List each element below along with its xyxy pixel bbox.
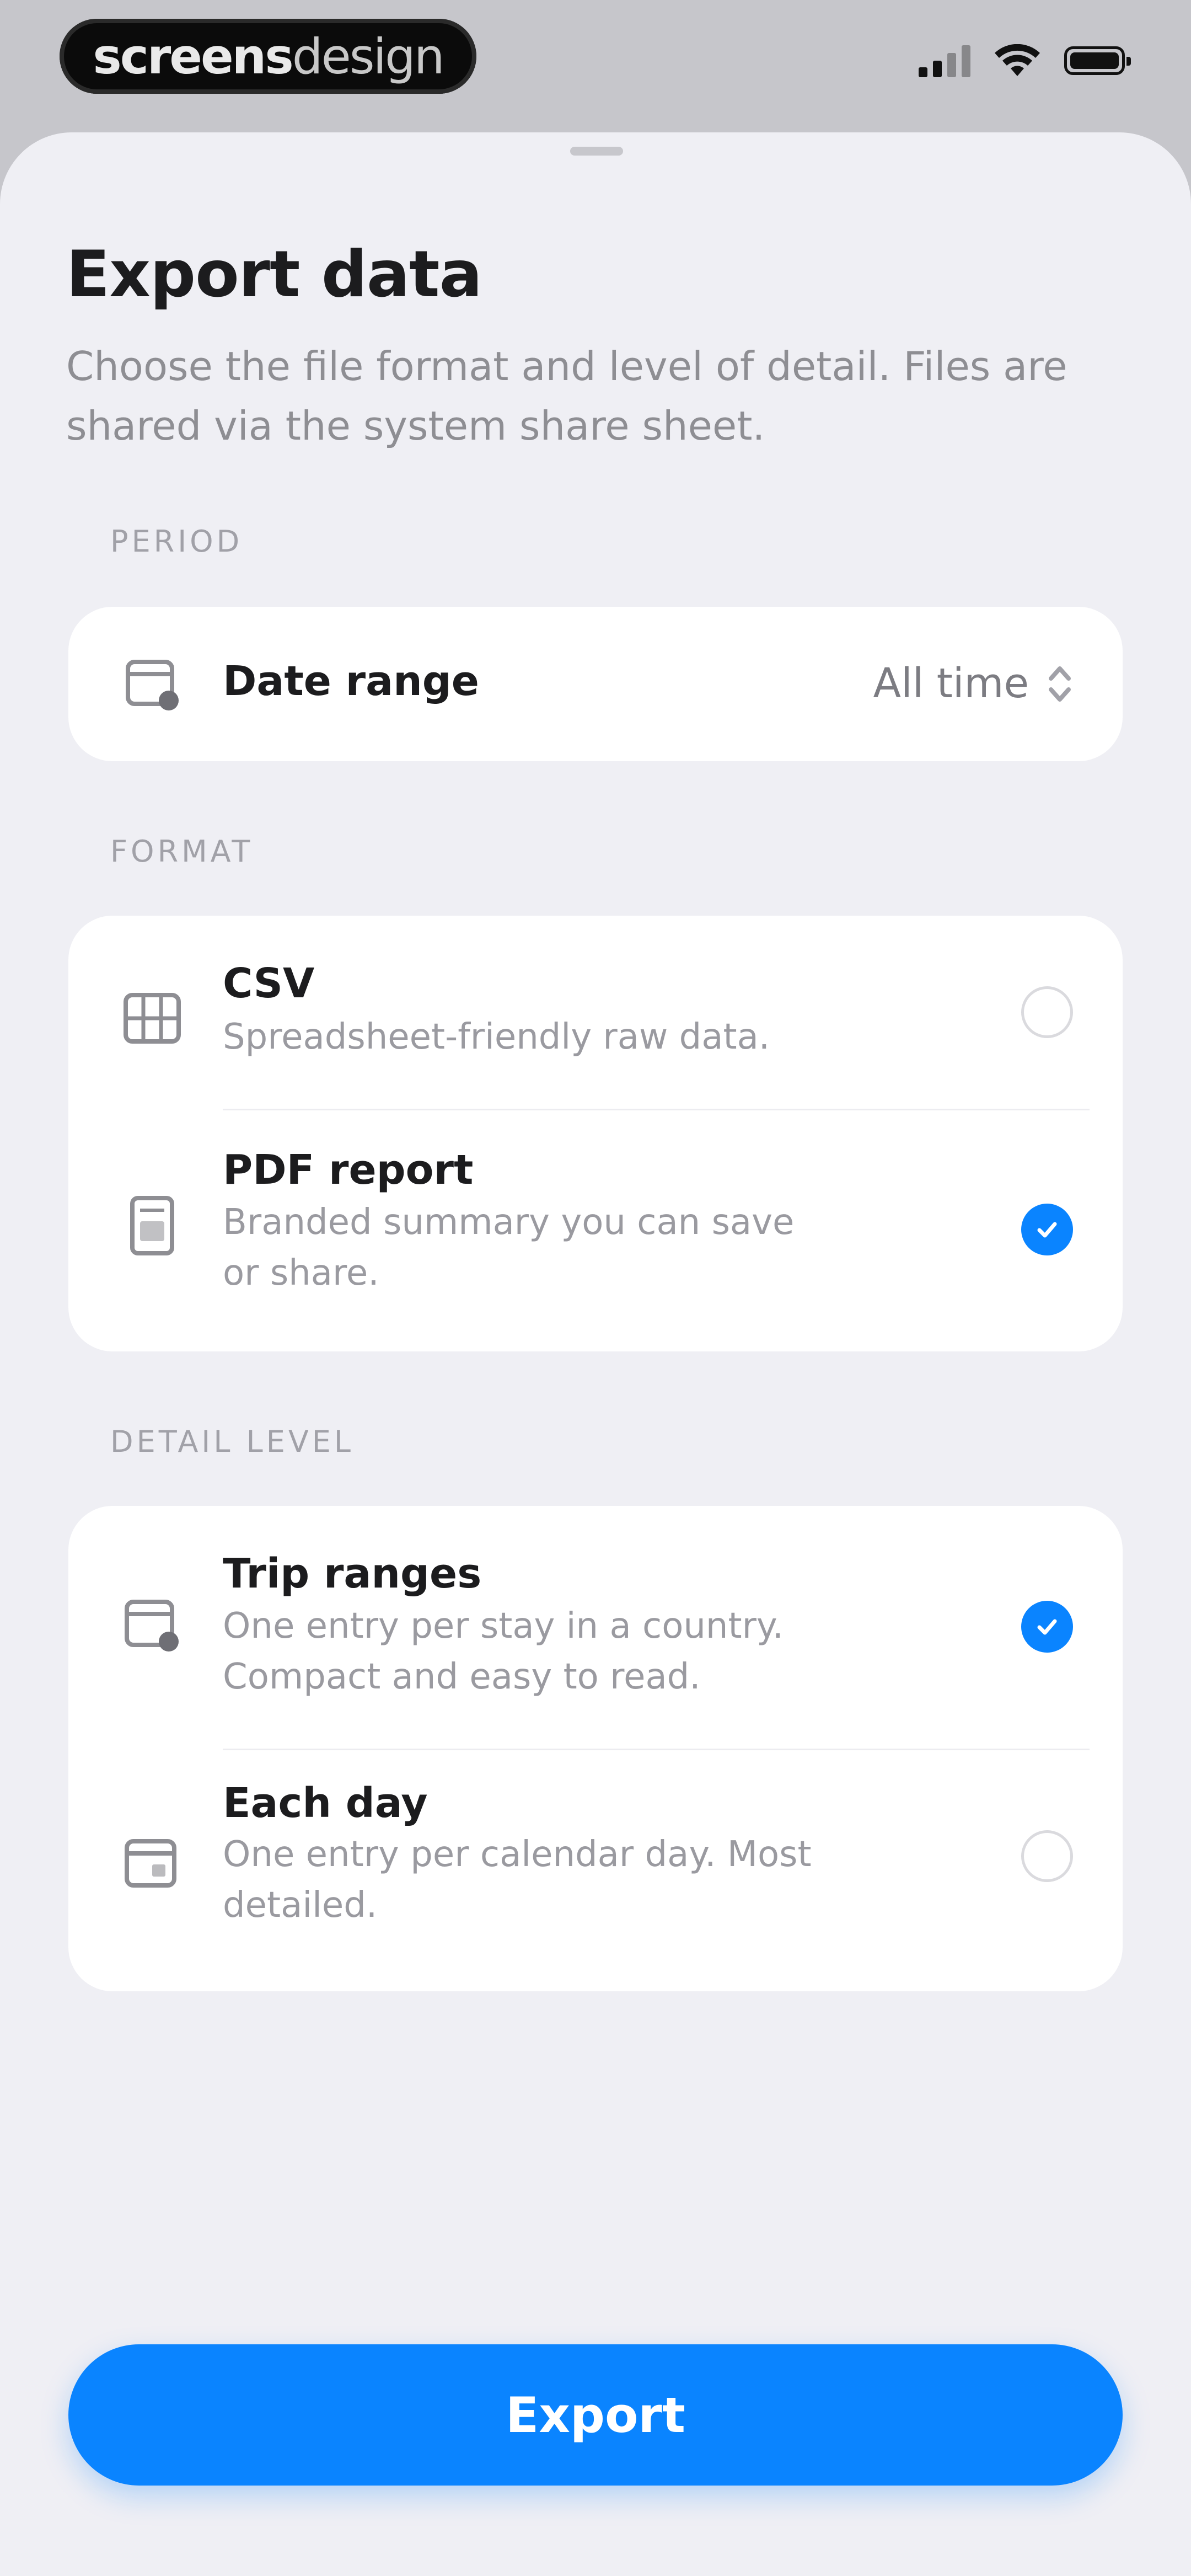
calendar-icon	[125, 1839, 176, 1888]
table-icon	[124, 993, 181, 1044]
date-range-label: Date range	[223, 658, 479, 705]
detail-title: Trip ranges	[223, 1550, 482, 1597]
divider	[223, 1109, 1090, 1110]
battery-icon	[1064, 46, 1131, 75]
section-label-detail: DETAIL LEVEL	[110, 1424, 354, 1459]
date-range-row[interactable]: Date range All time	[68, 607, 1123, 761]
detail-card: Trip ranges One entry per stay in a coun…	[68, 1506, 1123, 1991]
calendar-clock-icon	[125, 1600, 179, 1652]
detail-option-each-day[interactable]: Each day One entry per calendar day. Mos…	[68, 1751, 1123, 1991]
period-card: Date range All time	[68, 607, 1123, 761]
sheet-title: Export data	[66, 237, 482, 312]
radio-unselected[interactable]	[1021, 1830, 1073, 1882]
format-option-pdf[interactable]: PDF report Branded summary you can save …	[68, 1111, 1123, 1351]
divider	[223, 1749, 1090, 1750]
status-icons	[919, 44, 1131, 77]
document-icon	[130, 1196, 174, 1255]
sheet-grabber[interactable]	[570, 147, 623, 156]
detail-subtitle: One entry per calendar day. Most detaile…	[223, 1834, 812, 1926]
cellular-signal-icon	[919, 44, 970, 77]
section-label-format: FORMAT	[110, 834, 254, 869]
status-bar: screens design	[0, 0, 1191, 121]
brand-logo-light: design	[292, 28, 445, 85]
checkmark-icon	[1037, 1222, 1057, 1238]
wifi-icon	[995, 44, 1040, 76]
brand-logo: screens design	[60, 19, 476, 94]
radio-selected[interactable]	[1021, 1601, 1073, 1653]
checkmark-icon	[1037, 1619, 1057, 1635]
format-title: CSV	[223, 960, 315, 1007]
format-subtitle: Branded summary you can save or share.	[223, 1202, 795, 1294]
format-option-csv[interactable]: CSV Spreadsheet-friendly raw data.	[68, 916, 1123, 1109]
brand-logo-bold: screens	[93, 28, 293, 85]
detail-title: Each day	[223, 1779, 428, 1827]
date-range-value[interactable]: All time	[873, 660, 1029, 707]
radio-unselected[interactable]	[1021, 986, 1073, 1038]
format-title: PDF report	[223, 1146, 474, 1194]
chevron-updown-icon	[1049, 666, 1071, 702]
export-button[interactable]: Export	[68, 2344, 1123, 2486]
format-card: CSV Spreadsheet-friendly raw data. PDF r…	[68, 916, 1123, 1351]
detail-option-trip-ranges[interactable]: Trip ranges One entry per stay in a coun…	[68, 1506, 1123, 1749]
radio-selected[interactable]	[1021, 1204, 1073, 1255]
format-subtitle: Spreadsheet-friendly raw data.	[223, 1017, 770, 1057]
sheet-subtitle: Choose the file format and level of deta…	[66, 343, 1067, 449]
detail-subtitle: One entry per stay in a country. Compact…	[223, 1606, 784, 1697]
section-label-period: PERIOD	[110, 524, 243, 559]
calendar-icon	[126, 660, 179, 710]
export-sheet: Export data Choose the file format and l…	[0, 132, 1191, 2576]
